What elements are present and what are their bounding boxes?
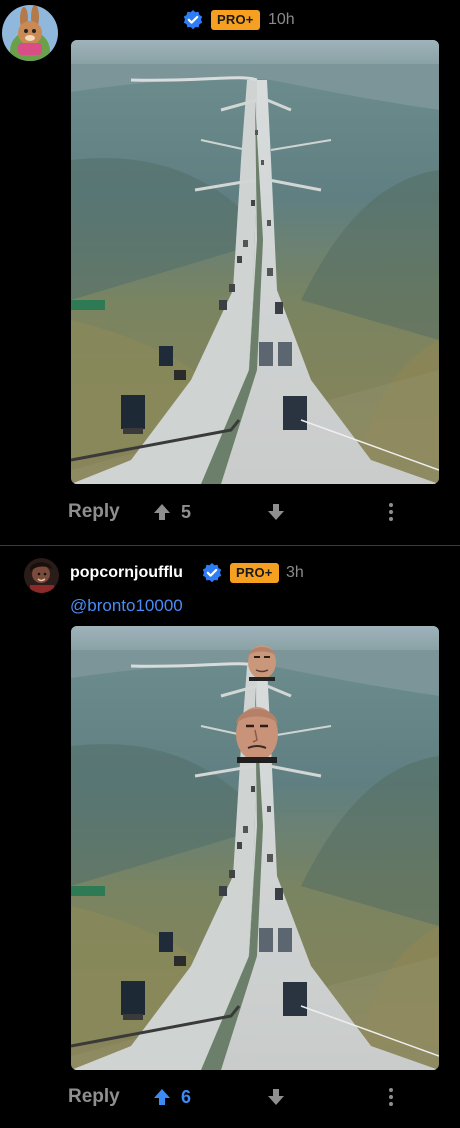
- comment-1: PRO+ 10h Reply 5: [0, 0, 460, 545]
- user-mention-link[interactable]: @bronto10000: [70, 595, 183, 617]
- upvote-count: 6: [181, 1087, 192, 1107]
- arrow-up-icon: [154, 504, 170, 520]
- verified-check-icon: [202, 563, 222, 583]
- more-vertical-icon[interactable]: [384, 1086, 398, 1108]
- post-image[interactable]: [71, 626, 439, 1070]
- upvote-button[interactable]: 6: [152, 1082, 191, 1112]
- action-bar: Reply 5: [0, 497, 460, 527]
- comment-2: popcornjoufflu PRO+ 3h @bronto10000 Repl…: [0, 545, 460, 1128]
- username[interactable]: popcornjoufflu: [70, 563, 183, 583]
- timestamp: 3h: [286, 564, 304, 581]
- more-vertical-icon[interactable]: [384, 501, 398, 523]
- post-image[interactable]: [71, 40, 439, 484]
- verified-check-icon: [183, 10, 203, 30]
- arrow-down-icon[interactable]: [266, 1087, 286, 1107]
- avatar[interactable]: [24, 558, 59, 593]
- pro-plus-badge: PRO+: [211, 10, 260, 30]
- pro-plus-badge: PRO+: [230, 563, 279, 583]
- arrow-down-icon[interactable]: [266, 502, 286, 522]
- reply-button[interactable]: Reply: [68, 497, 120, 527]
- upvote-count: 5: [181, 502, 192, 522]
- arrow-up-icon: [154, 1089, 170, 1105]
- reply-button[interactable]: Reply: [68, 1082, 120, 1112]
- avatar[interactable]: [2, 5, 58, 61]
- action-bar: Reply 6: [0, 1082, 460, 1112]
- timestamp: 10h: [268, 11, 295, 28]
- upvote-button[interactable]: 5: [152, 497, 191, 527]
